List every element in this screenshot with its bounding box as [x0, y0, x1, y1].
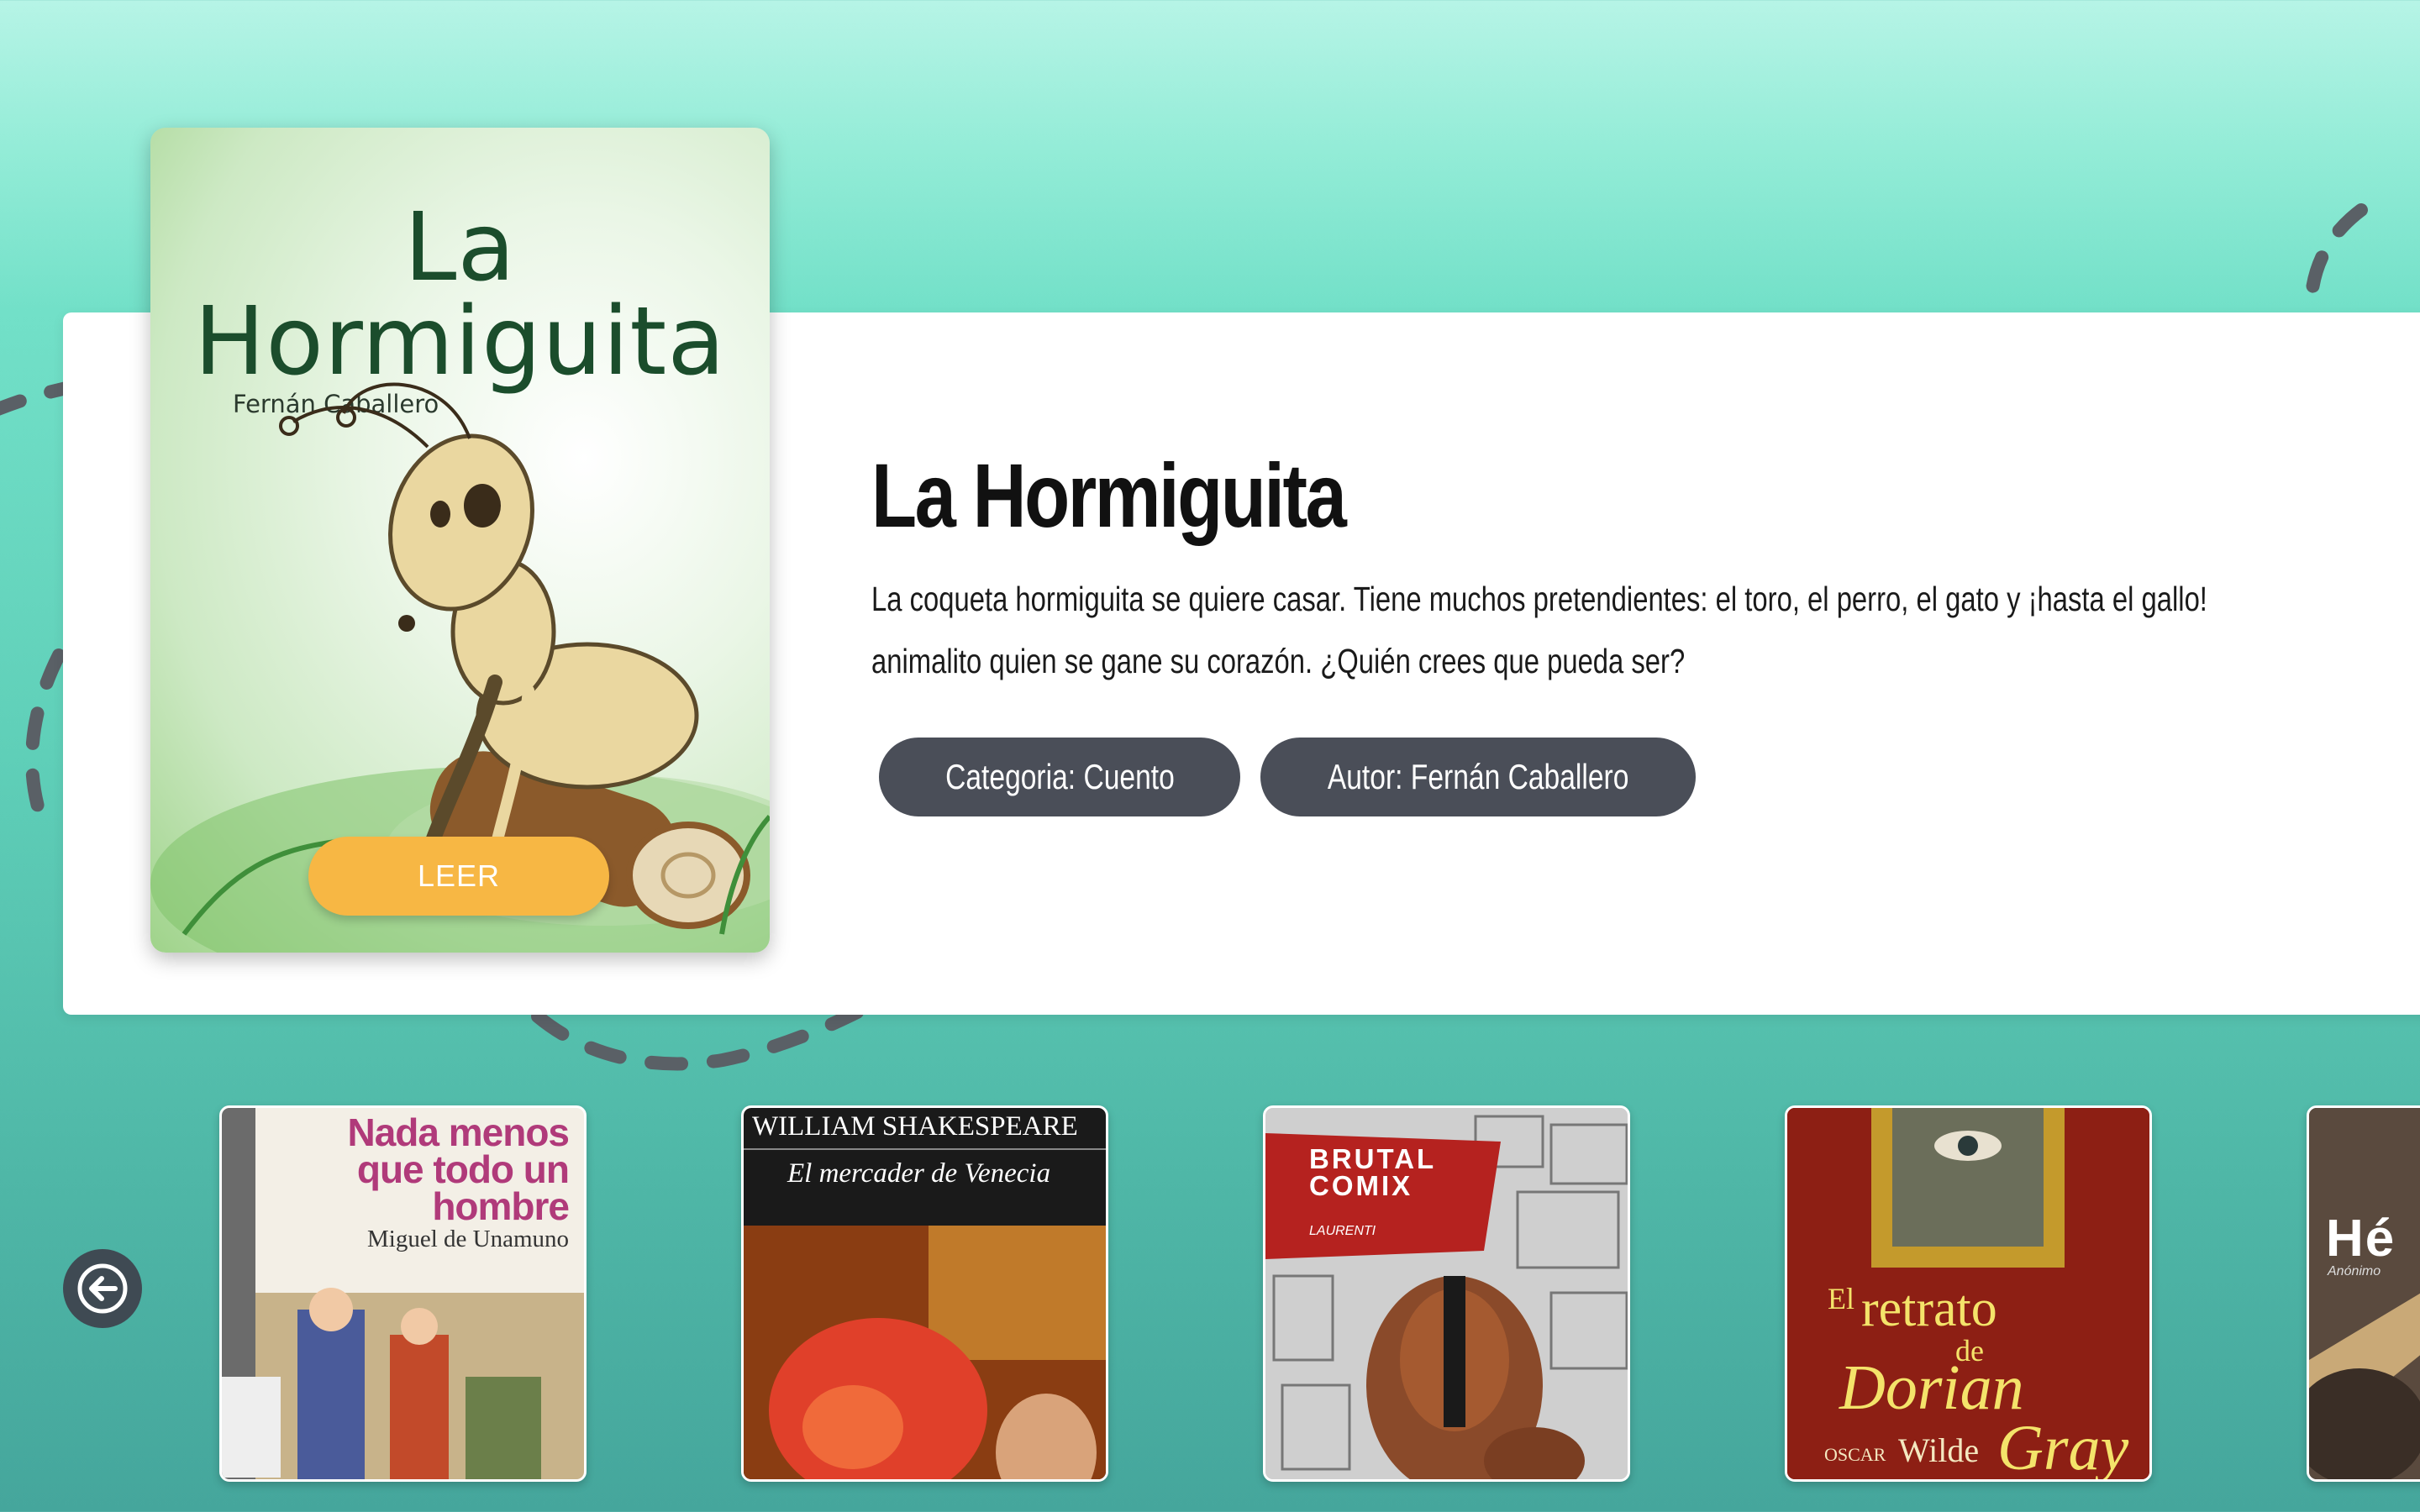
book-1-author: Miguel de Unamuno: [366, 1226, 569, 1252]
description-line-1: La coqueta hormiguita se quiere casar. T…: [871, 580, 2207, 618]
book-4-title-line1: retrato: [1861, 1280, 1997, 1337]
category-label: Categoria: Cuento: [944, 757, 1175, 796]
book-3-title-line2: COMIX: [1309, 1170, 1413, 1201]
book-1-title-line3: hombre: [432, 1184, 570, 1228]
book-description: La coqueta hormiguita se quiere casar. T…: [871, 568, 2350, 692]
read-button[interactable]: LEER: [308, 837, 609, 916]
description-line-2: animalito quien se gane su corazón. ¿Qui…: [871, 642, 1686, 680]
book-4-author-first: OSCAR: [1824, 1444, 1886, 1465]
book-2-author: WILLIAM SHAKESPEARE: [752, 1111, 1078, 1142]
author-label: Autor: Fernán Caballero: [1327, 757, 1629, 796]
carousel-book-4[interactable]: El retrato de Dorian OSCAR Wilde Gray: [1785, 1105, 2152, 1482]
arrow-left-icon: [77, 1263, 128, 1314]
featured-book-cover[interactable]: La Hormiguita Fernán Caballero LEER: [150, 128, 770, 953]
book-2-title: El mercader de Venecia: [787, 1158, 1051, 1189]
carousel-prev-button[interactable]: [63, 1249, 142, 1328]
author-badge[interactable]: Autor: Fernán Caballero: [1260, 738, 1696, 816]
book-5-illustration: [2309, 1108, 2420, 1479]
book-3-author: LAURENTI: [1309, 1224, 1376, 1238]
book-title: La Hormiguita: [871, 444, 1347, 546]
book-2-illustration: [744, 1226, 1106, 1479]
book-5-title: Hé: [2326, 1210, 2396, 1268]
book-4-title-line3: Dorian: [1839, 1352, 2024, 1423]
category-badge[interactable]: Categoria: Cuento: [879, 738, 1240, 816]
ant-illustration: [150, 382, 770, 953]
book-4-prefix: El: [1828, 1282, 1854, 1315]
carousel-book-2[interactable]: WILLIAM SHAKESPEARE El mercader de Venec…: [741, 1105, 1108, 1482]
carousel-book-3[interactable]: BRUTAL COMIX LAURENTI: [1263, 1105, 1630, 1482]
book-4-author-last: Wilde: [1898, 1431, 1980, 1469]
book-5-subtitle: Anónimo: [2328, 1264, 2381, 1278]
book-4-title-line4: Gray: [1997, 1413, 2129, 1482]
carousel-book-5[interactable]: Hé Anónimo: [2307, 1105, 2420, 1482]
book-1-illustration: [222, 1288, 584, 1479]
carousel-book-1[interactable]: Nada menos que todo un hombre Miguel de …: [219, 1105, 587, 1482]
